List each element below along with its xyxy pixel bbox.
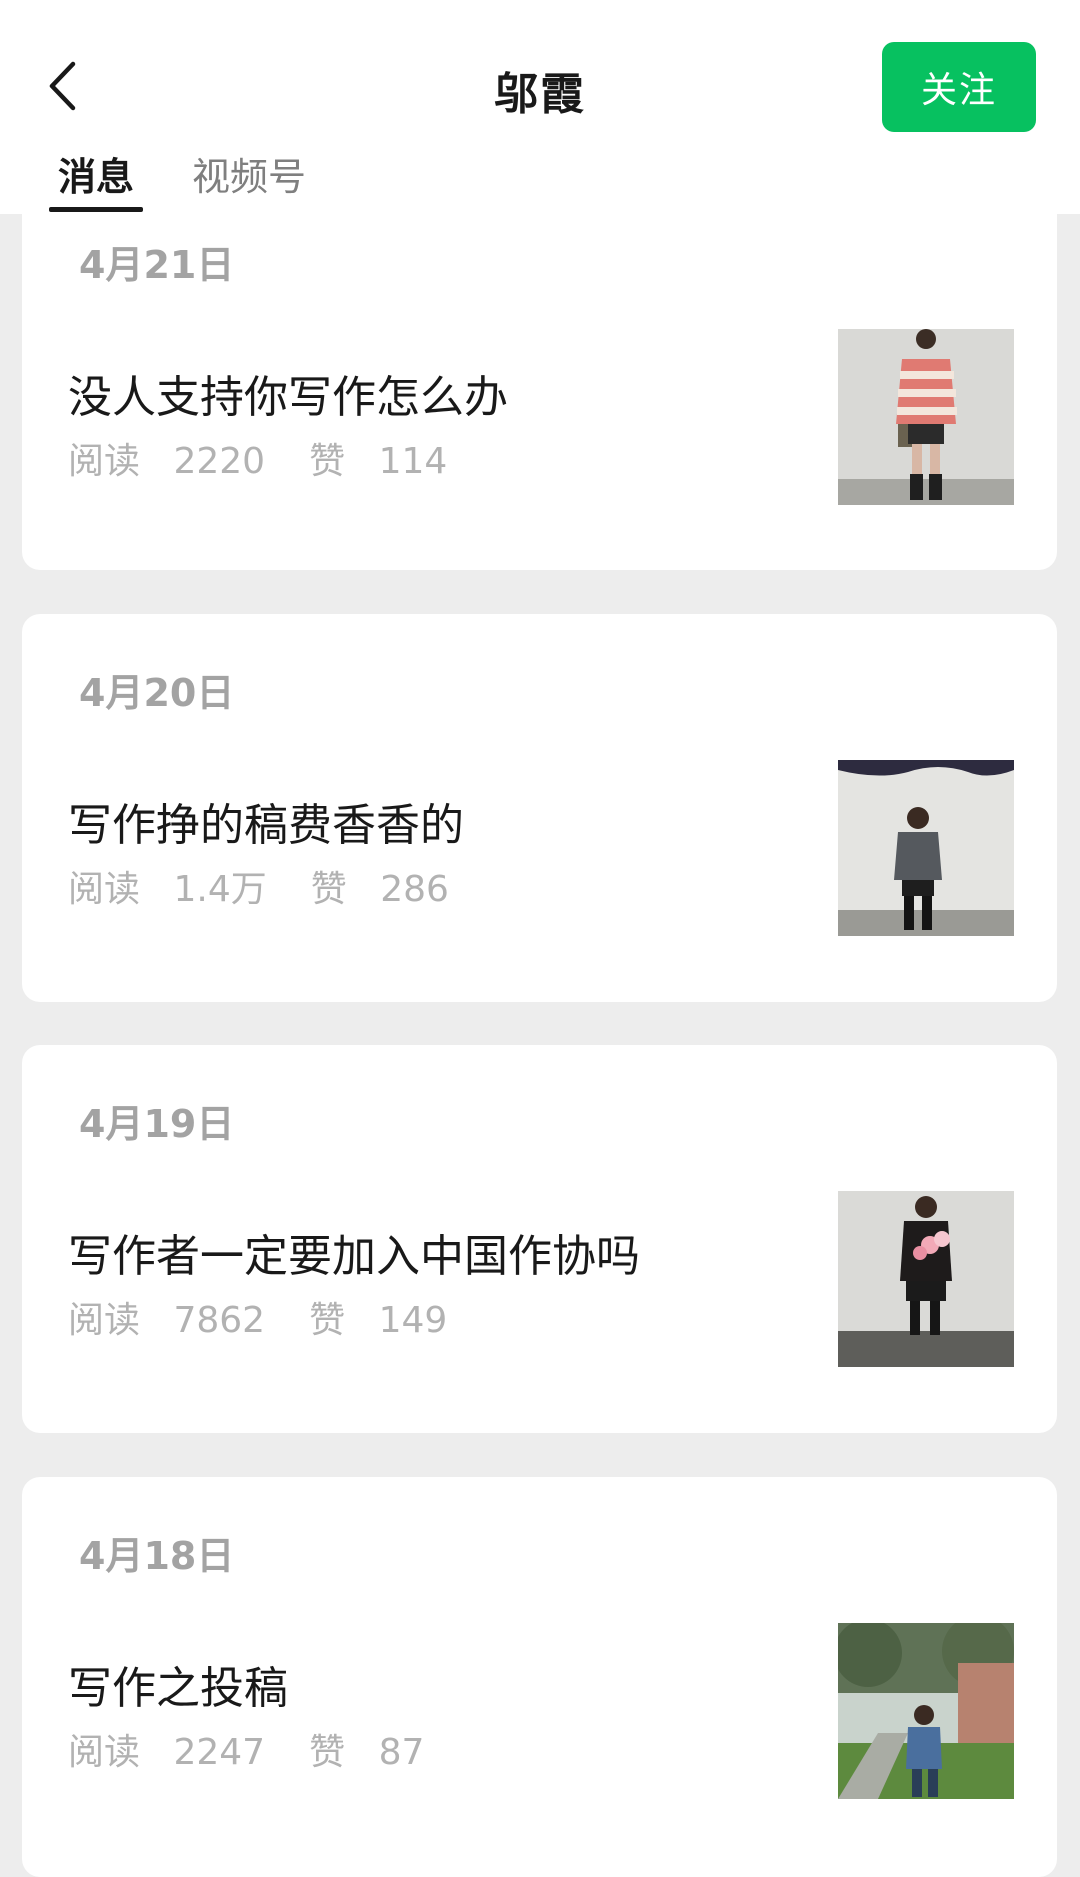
reads-label: 阅读 — [68, 441, 141, 482]
article-date: 4月19日 — [79, 1102, 235, 1146]
likes-count: 114 — [378, 441, 448, 482]
article-card[interactable]: 4月18日 写作之投稿 阅读 2247 赞 87 — [22, 1477, 1057, 1877]
likes-label: 赞 — [309, 441, 346, 482]
likes-label: 赞 — [310, 869, 347, 910]
article-card[interactable]: 4月19日 写作者一定要加入中国作协吗 阅读 7862 赞 149 — [22, 1045, 1057, 1433]
likes-label: 赞 — [309, 1732, 346, 1773]
reads-count: 1.4万 — [173, 869, 267, 910]
article-stats: 阅读 2247 赞 87 — [68, 1723, 468, 1775]
reads-label: 阅读 — [68, 1732, 141, 1773]
follow-button[interactable]: 关注 — [882, 42, 1036, 132]
tab-bar: 消息 视频号 — [0, 142, 1080, 214]
article-title[interactable]: 写作之投稿 — [68, 1652, 288, 1716]
article-date: 4月21日 — [79, 243, 235, 287]
article-title[interactable]: 写作挣的稿费香香的 — [68, 789, 464, 853]
active-tab-indicator — [49, 207, 143, 212]
article-date: 4月18日 — [79, 1534, 235, 1578]
article-stats: 阅读 7862 赞 149 — [68, 1291, 491, 1343]
likes-label: 赞 — [309, 1300, 346, 1341]
likes-count: 286 — [380, 869, 449, 910]
article-thumbnail[interactable] — [838, 1191, 1014, 1367]
tab-messages[interactable]: 消息 — [58, 146, 134, 201]
reads-label: 阅读 — [68, 1300, 141, 1341]
reads-count: 2220 — [173, 441, 266, 482]
article-thumbnail[interactable] — [838, 329, 1014, 505]
likes-count: 87 — [378, 1732, 425, 1773]
article-stats: 阅读 2220 赞 114 — [68, 432, 491, 484]
article-card[interactable]: 4月20日 写作挣的稿费香香的 阅读 1.4万 赞 286 — [22, 614, 1057, 1002]
reads-count: 2247 — [173, 1732, 266, 1773]
article-date: 4月20日 — [79, 671, 235, 715]
reads-count: 7862 — [173, 1300, 266, 1341]
reads-label: 阅读 — [68, 869, 141, 910]
top-bar: 邬霞 关注 消息 视频号 — [0, 0, 1080, 214]
tab-channels[interactable]: 视频号 — [192, 146, 306, 201]
article-title[interactable]: 没人支持你写作怎么办 — [68, 361, 508, 425]
article-stats: 阅读 1.4万 赞 286 — [68, 860, 493, 912]
article-title[interactable]: 写作者一定要加入中国作协吗 — [68, 1220, 640, 1284]
likes-count: 149 — [378, 1300, 448, 1341]
article-thumbnail[interactable] — [838, 1623, 1014, 1799]
article-thumbnail[interactable] — [838, 760, 1014, 936]
